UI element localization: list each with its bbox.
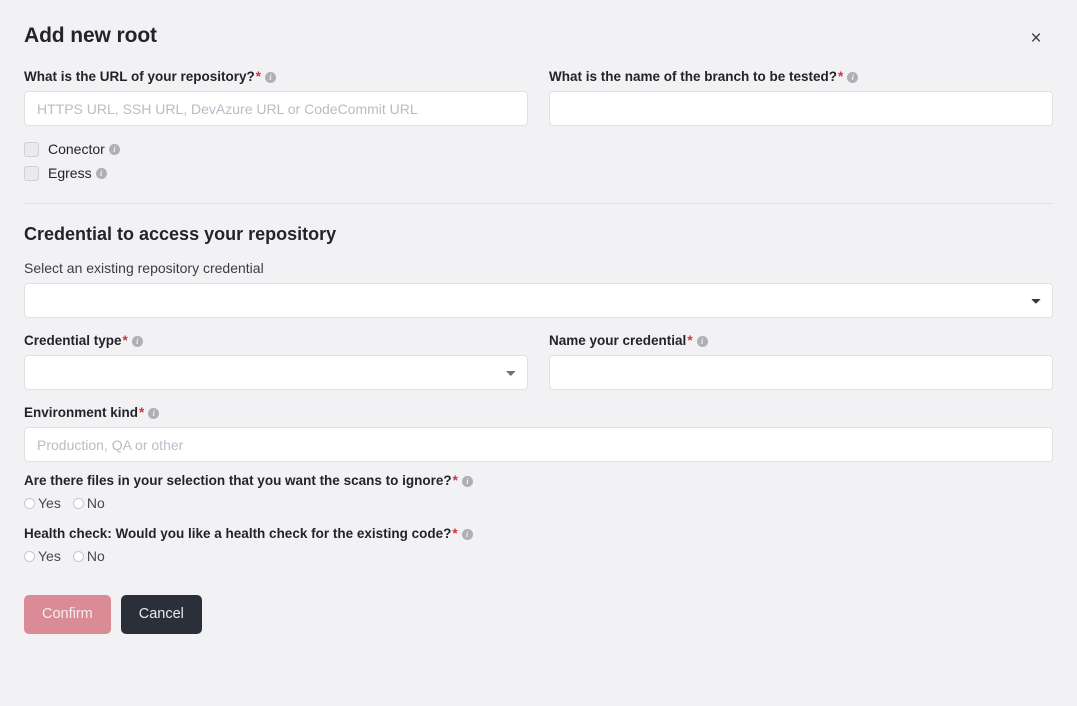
add-new-root-dialog: Add new root × What is the URL of your r… [0, 0, 1077, 706]
health-check-question-text: Health check: Would you like a health ch… [24, 526, 452, 541]
branch-name-input[interactable] [549, 91, 1053, 126]
repository-url-label: What is the URL of your repository?* i [24, 68, 528, 85]
close-icon[interactable]: × [1025, 28, 1047, 50]
info-icon[interactable]: i [847, 72, 859, 83]
environment-kind-label: Environment kind* i [24, 404, 1053, 421]
dialog-footer: Confirm Cancel [24, 595, 1053, 656]
radio-label-ignore-no: No [86, 495, 105, 511]
ignore-files-radio-group: Yes No [24, 492, 1053, 515]
credential-name-label: Name your credential* i [549, 332, 1053, 349]
credential-name-field: Name your credential* i [549, 332, 1053, 390]
ignore-files-question-text: Are there files in your selection that y… [24, 473, 452, 488]
existing-credential-select[interactable] [24, 283, 1053, 318]
branch-name-label: What is the name of the branch to be tes… [549, 68, 1053, 85]
dialog-header: Add new root × [0, 0, 1077, 68]
cancel-button[interactable]: Cancel [120, 595, 202, 634]
dialog-body: What is the URL of your repository?*i Wh… [0, 68, 1077, 656]
info-icon[interactable]: i [95, 167, 107, 179]
required-marker: * [838, 69, 844, 84]
required-marker: * [452, 473, 458, 488]
info-icon[interactable]: i [131, 336, 143, 347]
repository-options: Conector i Egress i [24, 137, 1053, 185]
health-check-question-label: Health check: Would you like a health ch… [24, 525, 1053, 543]
credential-name-label-text: Name your credential [549, 333, 687, 348]
existing-credential-label: Select an existing repository credential [24, 260, 264, 276]
checkbox-egress[interactable] [24, 165, 39, 181]
checkbox-conector[interactable] [24, 141, 39, 157]
repository-row: What is the URL of your repository?*i Wh… [24, 68, 1053, 126]
info-icon[interactable]: i [696, 336, 708, 347]
ignore-files-question-label: Are there files in your selection that y… [24, 472, 1053, 490]
radio-item-health-no[interactable]: No [72, 548, 105, 565]
info-icon[interactable]: i [148, 408, 160, 419]
health-check-radio-group: Yes No [24, 545, 1053, 568]
radio-ignore-no[interactable] [72, 498, 84, 509]
credential-section-title: Credential to access your repository [24, 224, 337, 244]
repository-url-input[interactable] [24, 91, 528, 126]
info-icon[interactable]: i [461, 476, 473, 487]
radio-label-ignore-yes: Yes [38, 495, 61, 511]
branch-name-label-text: What is the name of the branch to be tes… [549, 69, 838, 84]
info-icon[interactable]: i [265, 72, 277, 83]
credential-row: Credential type* i Name your credential* i [24, 332, 1053, 390]
repository-url-field: What is the URL of your repository?* i [24, 68, 528, 126]
required-marker: * [452, 526, 458, 541]
radio-label-health-yes: Yes [38, 548, 61, 564]
radio-label-health-no: No [86, 548, 105, 564]
radio-health-no[interactable] [72, 551, 84, 562]
environment-kind-input[interactable] [24, 427, 1053, 462]
credential-type-label: Credential type* i [24, 332, 528, 349]
radio-item-health-yes[interactable]: Yes [24, 548, 61, 565]
environment-kind-field: Environment kind* i [24, 404, 1053, 462]
radio-health-yes[interactable] [24, 551, 35, 562]
checkbox-label-conector: Conector [48, 141, 105, 157]
environment-kind-label-text: Environment kind [24, 405, 139, 420]
required-marker: * [139, 405, 145, 420]
branch-name-field: What is the name of the branch to be tes… [549, 68, 1053, 126]
credential-name-input[interactable] [549, 355, 1053, 390]
info-icon[interactable]: i [461, 529, 473, 540]
confirm-button[interactable]: Confirm [24, 595, 111, 634]
divider [24, 203, 1053, 204]
required-marker: * [122, 333, 128, 348]
checkbox-label-egress: Egress [48, 165, 92, 181]
existing-credential-field: Select an existing repository credential [24, 260, 1053, 318]
page-title: Add new root [24, 24, 157, 47]
required-marker: * [687, 333, 693, 348]
checkbox-row-conector[interactable]: Conector i [24, 137, 1053, 161]
credential-type-label-text: Credential type [24, 333, 122, 348]
credential-type-field: Credential type* i [24, 332, 528, 390]
radio-item-ignore-no[interactable]: No [72, 495, 105, 512]
radio-ignore-yes[interactable] [24, 498, 35, 509]
repository-url-label-text: What is the URL of your repository? [24, 69, 255, 84]
required-marker: * [255, 69, 262, 84]
credential-type-select[interactable] [24, 355, 528, 390]
checkbox-row-egress[interactable]: Egress i [24, 161, 1053, 185]
info-icon[interactable]: i [108, 143, 120, 155]
radio-item-ignore-yes[interactable]: Yes [24, 495, 61, 512]
